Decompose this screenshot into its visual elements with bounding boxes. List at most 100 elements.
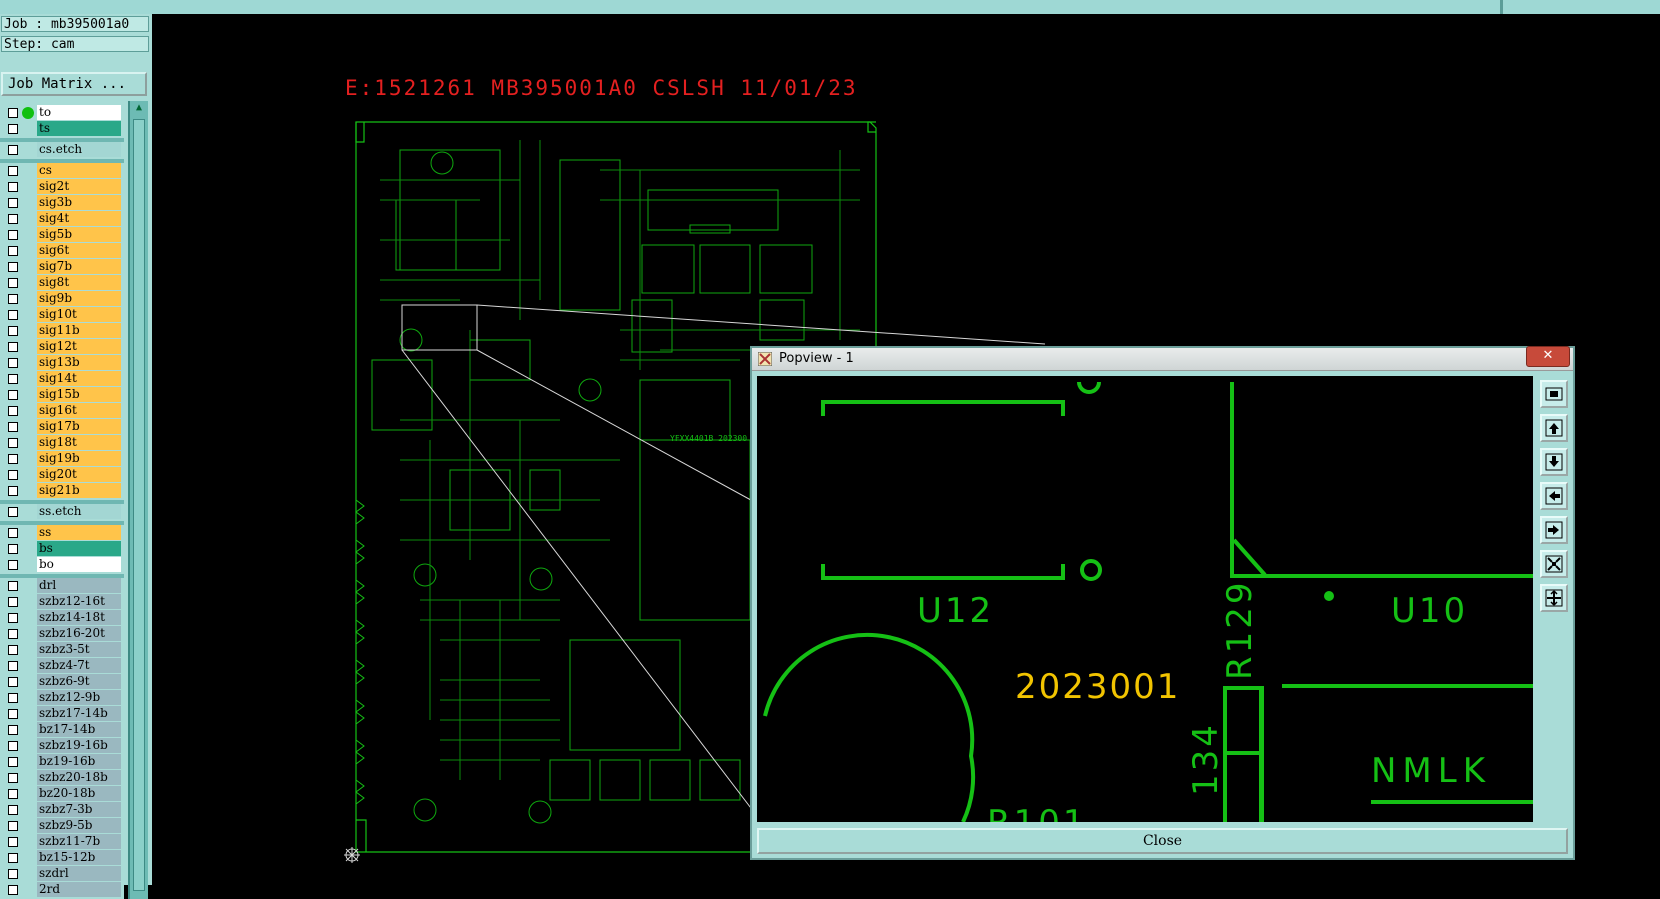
- layer-row[interactable]: szbz7-3b: [0, 802, 124, 818]
- layer-row[interactable]: sig6t: [0, 243, 124, 259]
- layer-row[interactable]: sig10t: [0, 307, 124, 323]
- layer-name[interactable]: szbz16-20t: [37, 626, 121, 641]
- layer-checkbox[interactable]: [8, 246, 18, 256]
- popview-canvas[interactable]: U12 U10 2023001 R129 134 NMLK R101: [757, 376, 1533, 822]
- layer-name[interactable]: sig19b: [37, 451, 121, 466]
- layer-checkbox[interactable]: [8, 629, 18, 639]
- layer-name[interactable]: sig15b: [37, 387, 121, 402]
- scroll-up-arrow-icon[interactable]: ▲: [132, 101, 146, 115]
- layer-name[interactable]: sig7b: [37, 259, 121, 274]
- layer-row[interactable]: sig4t: [0, 211, 124, 227]
- layer-checkbox[interactable]: [8, 124, 18, 134]
- layer-scrollbar[interactable]: ▲: [128, 101, 148, 899]
- layer-row[interactable]: sig7b: [0, 259, 124, 275]
- layer-name[interactable]: sig11b: [37, 323, 121, 338]
- layer-name[interactable]: szbz4-7t: [37, 658, 121, 673]
- layer-checkbox[interactable]: [8, 230, 18, 240]
- move-left-button[interactable]: [1540, 482, 1568, 510]
- layer-checkbox[interactable]: [8, 581, 18, 591]
- layer-checkbox[interactable]: [8, 757, 18, 767]
- layer-row[interactable]: szbz6-9t: [0, 674, 124, 690]
- layer-row[interactable]: sig3b: [0, 195, 124, 211]
- layer-checkbox[interactable]: [8, 613, 18, 623]
- layer-name[interactable]: cs: [37, 163, 121, 178]
- layer-row[interactable]: to: [0, 105, 124, 121]
- window-close-icon[interactable]: ✕: [1526, 346, 1570, 367]
- layer-row[interactable]: bo: [0, 557, 124, 573]
- layer-checkbox[interactable]: [8, 406, 18, 416]
- layer-checkbox[interactable]: [8, 422, 18, 432]
- layer-row[interactable]: drl: [0, 578, 124, 594]
- layer-row[interactable]: szbz9-5b: [0, 818, 124, 834]
- layer-checkbox[interactable]: [8, 454, 18, 464]
- layer-checkbox[interactable]: [8, 789, 18, 799]
- layer-name[interactable]: sig6t: [37, 243, 121, 258]
- layer-row[interactable]: szbz12-9b: [0, 690, 124, 706]
- layer-name[interactable]: sig2t: [37, 179, 121, 194]
- zoom-fit-button[interactable]: [1540, 380, 1568, 408]
- layer-name[interactable]: szbz14-18t: [37, 610, 121, 625]
- layer-checkbox[interactable]: [8, 507, 18, 517]
- layer-checkbox[interactable]: [8, 198, 18, 208]
- layer-name[interactable]: sig14t: [37, 371, 121, 386]
- layer-name[interactable]: sig21b: [37, 483, 121, 498]
- layer-row[interactable]: szbz16-20t: [0, 626, 124, 642]
- layer-row[interactable]: sig20t: [0, 467, 124, 483]
- layer-name[interactable]: drl: [37, 578, 121, 593]
- scroll-thumb[interactable]: [133, 119, 145, 891]
- layer-name[interactable]: sig10t: [37, 307, 121, 322]
- layer-checkbox[interactable]: [8, 214, 18, 224]
- layer-name[interactable]: szbz7-3b: [37, 802, 121, 817]
- zoom-in-button[interactable]: [1540, 584, 1568, 612]
- layer-name[interactable]: szbz11-7b: [37, 834, 121, 849]
- layer-name[interactable]: sig4t: [37, 211, 121, 226]
- layer-row[interactable]: cs: [0, 163, 124, 179]
- layer-checkbox[interactable]: [8, 358, 18, 368]
- layer-name[interactable]: sig18t: [37, 435, 121, 450]
- layer-name[interactable]: szbz19-16b: [37, 738, 121, 753]
- layer-row[interactable]: szbz11-7b: [0, 834, 124, 850]
- layer-row[interactable]: sig17b: [0, 419, 124, 435]
- layer-checkbox[interactable]: [8, 108, 18, 118]
- layer-checkbox[interactable]: [8, 145, 18, 155]
- move-down-button[interactable]: [1540, 448, 1568, 476]
- layer-row[interactable]: sig9b: [0, 291, 124, 307]
- layer-checkbox[interactable]: [8, 805, 18, 815]
- layer-row[interactable]: szbz20-18b: [0, 770, 124, 786]
- layer-row[interactable]: ts: [0, 121, 124, 137]
- layer-row[interactable]: bz20-18b: [0, 786, 124, 802]
- layer-name[interactable]: bz17-14b: [37, 722, 121, 737]
- layer-name[interactable]: bz15-12b: [37, 850, 121, 865]
- layer-checkbox[interactable]: [8, 486, 18, 496]
- layer-checkbox[interactable]: [8, 182, 18, 192]
- move-right-button[interactable]: [1540, 516, 1568, 544]
- layer-row[interactable]: sig13b: [0, 355, 124, 371]
- layer-name[interactable]: sig16t: [37, 403, 121, 418]
- layer-name[interactable]: sig20t: [37, 467, 121, 482]
- layer-row[interactable]: sig16t: [0, 403, 124, 419]
- layer-checkbox[interactable]: [8, 544, 18, 554]
- layer-row[interactable]: bz15-12b: [0, 850, 124, 866]
- layer-checkbox[interactable]: [8, 374, 18, 384]
- layer-name[interactable]: szbz6-9t: [37, 674, 121, 689]
- layer-row[interactable]: szbz12-16t: [0, 594, 124, 610]
- layer-row[interactable]: szbz17-14b: [0, 706, 124, 722]
- layer-checkbox[interactable]: [8, 661, 18, 671]
- layer-name[interactable]: to: [37, 105, 121, 120]
- layer-name[interactable]: ts: [37, 121, 121, 136]
- layer-name[interactable]: cs.etch: [37, 142, 121, 157]
- layer-name[interactable]: ss.etch: [37, 504, 121, 519]
- layer-row[interactable]: sig15b: [0, 387, 124, 403]
- layer-row[interactable]: szdrl: [0, 866, 124, 882]
- layer-row[interactable]: szbz19-16b: [0, 738, 124, 754]
- job-matrix-button[interactable]: Job Matrix ...: [1, 72, 147, 96]
- layer-checkbox[interactable]: [8, 709, 18, 719]
- layer-row[interactable]: sig21b: [0, 483, 124, 499]
- layer-row[interactable]: bz19-16b: [0, 754, 124, 770]
- layer-checkbox[interactable]: [8, 773, 18, 783]
- layer-row[interactable]: sig8t: [0, 275, 124, 291]
- layer-checkbox[interactable]: [8, 278, 18, 288]
- layer-row[interactable]: sig19b: [0, 451, 124, 467]
- layer-checkbox[interactable]: [8, 693, 18, 703]
- layer-name[interactable]: 2rd: [37, 882, 121, 897]
